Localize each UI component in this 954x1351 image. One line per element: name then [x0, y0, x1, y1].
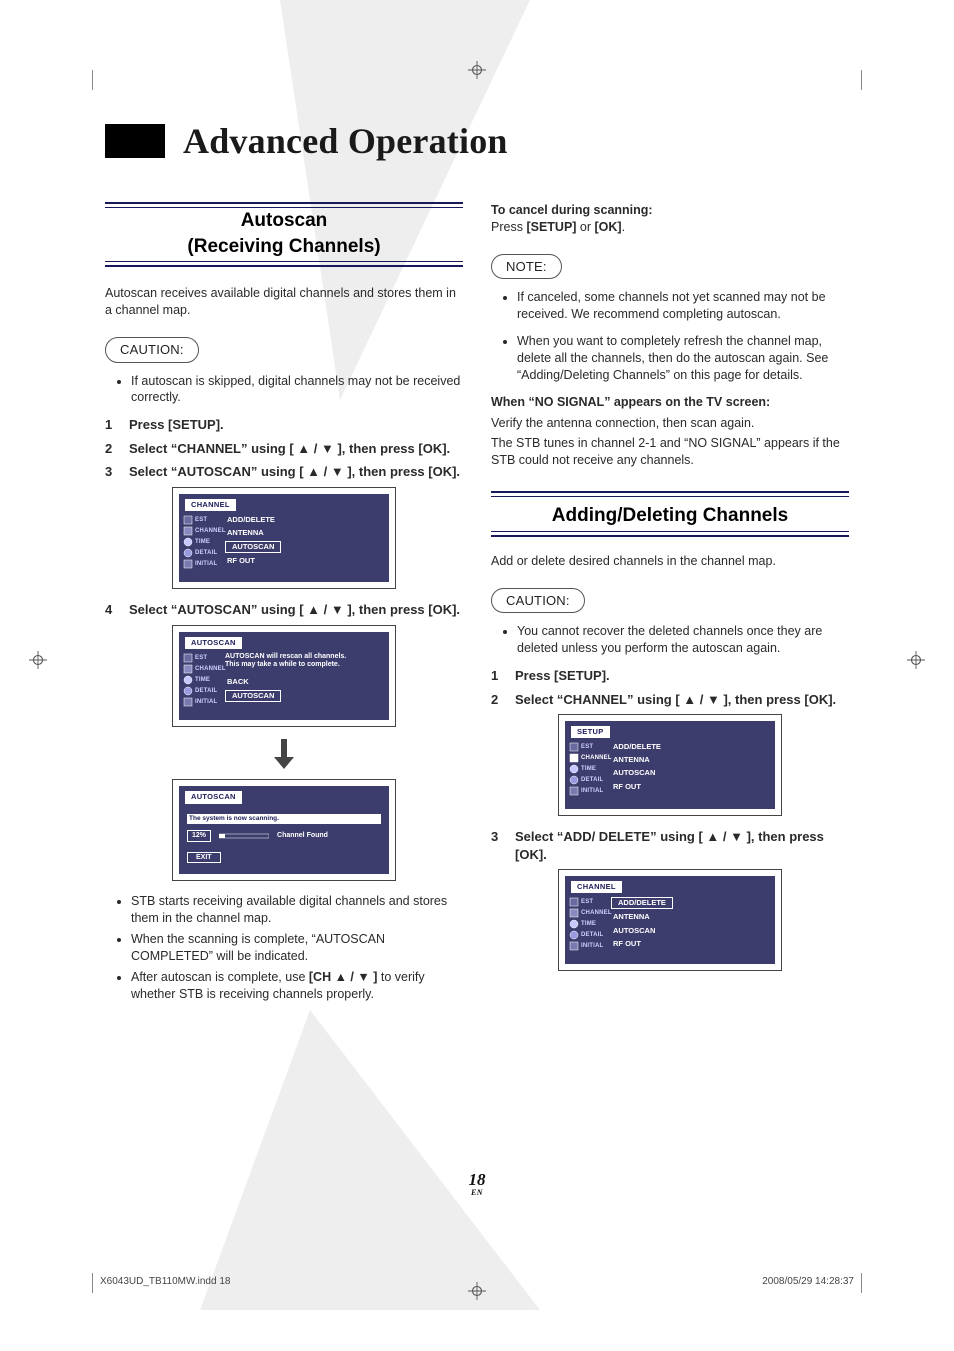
osd-channel-adddelete: CHANNEL EST CHANNEL TIME DETAIL INITIAL …: [558, 869, 782, 971]
osd-tab: AUTOSCAN: [185, 637, 242, 649]
osd-side-icons: EST CHANNEL TIME DETAIL INITIAL: [183, 653, 219, 707]
osd-tab: CHANNEL: [571, 881, 622, 893]
section-rule: [105, 261, 463, 267]
osd-tab: CHANNEL: [185, 499, 236, 511]
footer-timestamp: 2008/05/29 14:28:37: [762, 1276, 854, 1287]
autoscan-heading: Autoscan (Receiving Channels): [105, 208, 463, 259]
print-footer: X6043UD_TB110MW.indd 18 2008/05/29 14:28…: [0, 1276, 954, 1287]
osd-menu-items: AUTOSCAN will rescan all channels.This m…: [225, 653, 385, 707]
page-title: Advanced Operation: [183, 120, 508, 162]
osd-tab: AUTOSCAN: [185, 791, 242, 803]
note-list: If canceled, some channels not yet scann…: [491, 289, 849, 383]
post-scan-notes: STB starts receiving available digital c…: [105, 893, 463, 1002]
caution-item: If autoscan is skipped, digital channels…: [131, 373, 463, 407]
title-block-decor: [105, 124, 165, 158]
step-2: 2Select “CHANNEL” using [ ▲ / ▼ ], then …: [105, 440, 463, 458]
page-number: 18 EN: [469, 1170, 486, 1197]
decorative-triangle-2: [200, 1010, 540, 1310]
adddel-intro: Add or delete desired channels in the ch…: [491, 553, 849, 570]
osd-channel-menu: CHANNEL EST CHANNEL TIME DETAIL INITIAL …: [172, 487, 396, 589]
registration-mark-icon: [28, 650, 48, 670]
caution-label: CAUTION:: [491, 588, 585, 614]
section-rule: [491, 491, 849, 497]
caution-list: If autoscan is skipped, digital channels…: [105, 373, 463, 407]
footer-filename: X6043UD_TB110MW.indd 18: [100, 1276, 230, 1287]
step-4: 4Select “AUTOSCAN” using [ ▲ / ▼ ], then…: [105, 601, 463, 619]
adddel-heading: Adding/Deleting Channels: [491, 503, 849, 529]
nosignal-line2: The STB tunes in channel 2-1 and “NO SIG…: [491, 435, 849, 469]
osd-autoscan-progress: AUTOSCAN The system is now scanning. 12%…: [172, 779, 396, 881]
nosignal-heading: When “NO SIGNAL” appears on the TV scree…: [491, 394, 849, 411]
osd-menu-items: ADD/DELETE ANTENNA AUTOSCAN RF OUT: [225, 515, 385, 569]
section-rule: [491, 531, 849, 537]
step-1: 1Press [SETUP].: [105, 416, 463, 434]
osd-side-icons: EST CHANNEL TIME DETAIL INITIAL: [183, 515, 219, 569]
osd-progress: 12% Channel Found: [187, 830, 381, 841]
caution-list: You cannot recover the deleted channels …: [491, 623, 849, 657]
osd-setup-menu: SETUP EST CHANNEL TIME DETAIL INITIAL AD…: [558, 714, 782, 816]
adddel-step-3: 3Select “ADD/ DELETE” using [ ▲ / ▼ ], t…: [491, 828, 849, 863]
osd-side-icons: EST CHANNEL TIME DETAIL INITIAL: [569, 897, 605, 951]
osd-exit-button: EXIT: [187, 852, 221, 863]
caution-label: CAUTION:: [105, 337, 199, 363]
nosignal-line1: Verify the antenna connection, then scan…: [491, 415, 849, 432]
note-label: NOTE:: [491, 254, 562, 280]
osd-menu-items: ADD/DELETE ANTENNA AUTOSCAN RF OUT: [611, 742, 771, 796]
down-arrow-icon: [105, 739, 463, 774]
osd-scan-status: The system is now scanning.: [187, 814, 381, 825]
osd-side-icons: EST CHANNEL TIME DETAIL INITIAL: [569, 742, 605, 796]
adddel-step-2: 2Select “CHANNEL” using [ ▲ / ▼ ], then …: [491, 691, 849, 709]
cancel-heading: To cancel during scanning: Press [SETUP]…: [491, 202, 849, 236]
osd-menu-items: ADD/DELETE ANTENNA AUTOSCAN RF OUT: [611, 897, 771, 951]
osd-tab: SETUP: [571, 726, 610, 738]
adddel-step-1: 1Press [SETUP].: [491, 667, 849, 685]
osd-autoscan-confirm: AUTOSCAN EST CHANNEL TIME DETAIL INITIAL…: [172, 625, 396, 727]
step-3: 3Select “AUTOSCAN” using [ ▲ / ▼ ], then…: [105, 463, 463, 481]
registration-mark-icon: [906, 650, 926, 670]
autoscan-intro: Autoscan receives available digital chan…: [105, 285, 463, 319]
